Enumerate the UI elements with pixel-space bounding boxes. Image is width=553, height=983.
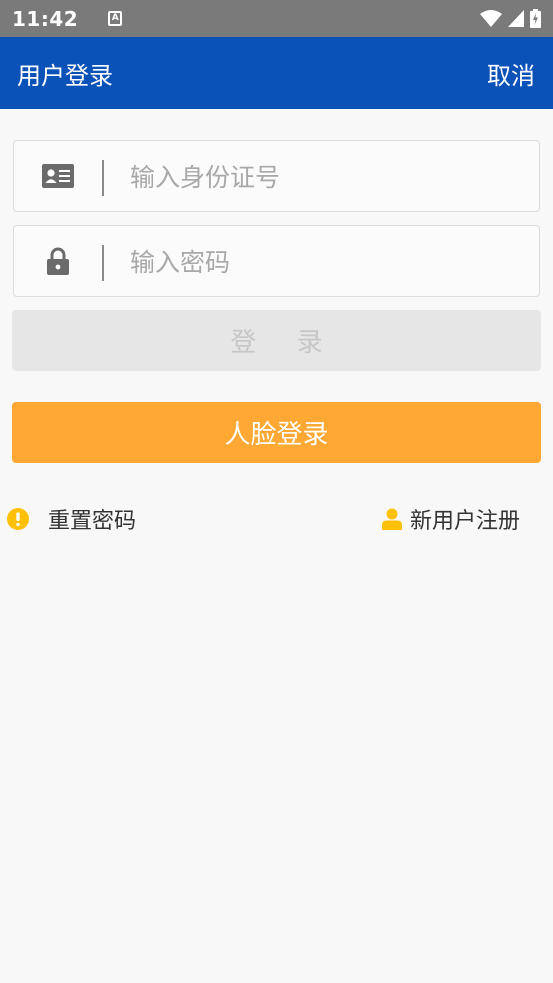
status-bar: 11:42 A xyxy=(0,0,553,37)
reset-password-label: 重置密码 xyxy=(48,509,137,534)
app-bar: 用户登录 取消 xyxy=(0,37,553,109)
face-login-button[interactable]: 人脸登录 xyxy=(12,402,541,463)
id-number-field-container[interactable] xyxy=(13,140,540,213)
reset-password-link[interactable]: 重置密码 xyxy=(7,500,136,538)
wifi-icon xyxy=(480,9,502,27)
notification-a-icon: A xyxy=(108,11,123,26)
status-icons xyxy=(480,9,541,28)
id-number-input[interactable] xyxy=(128,141,532,213)
battery-charging-icon xyxy=(530,9,541,28)
input-divider xyxy=(102,245,104,281)
cancel-button[interactable]: 取消 xyxy=(487,56,535,91)
login-button[interactable]: 登 录 xyxy=(12,310,541,371)
status-time: 11:42 xyxy=(12,6,79,31)
page-title: 用户登录 xyxy=(17,61,113,90)
register-label: 新用户注册 xyxy=(409,509,520,534)
alert-circle-icon xyxy=(7,508,29,530)
signal-icon xyxy=(508,10,524,27)
id-card-icon xyxy=(41,161,75,191)
user-icon xyxy=(381,508,402,530)
password-input[interactable] xyxy=(128,226,532,298)
input-divider xyxy=(102,160,104,196)
lock-icon xyxy=(41,246,75,276)
register-link[interactable]: 新用户注册 xyxy=(381,500,520,538)
password-field-container[interactable] xyxy=(13,225,540,298)
